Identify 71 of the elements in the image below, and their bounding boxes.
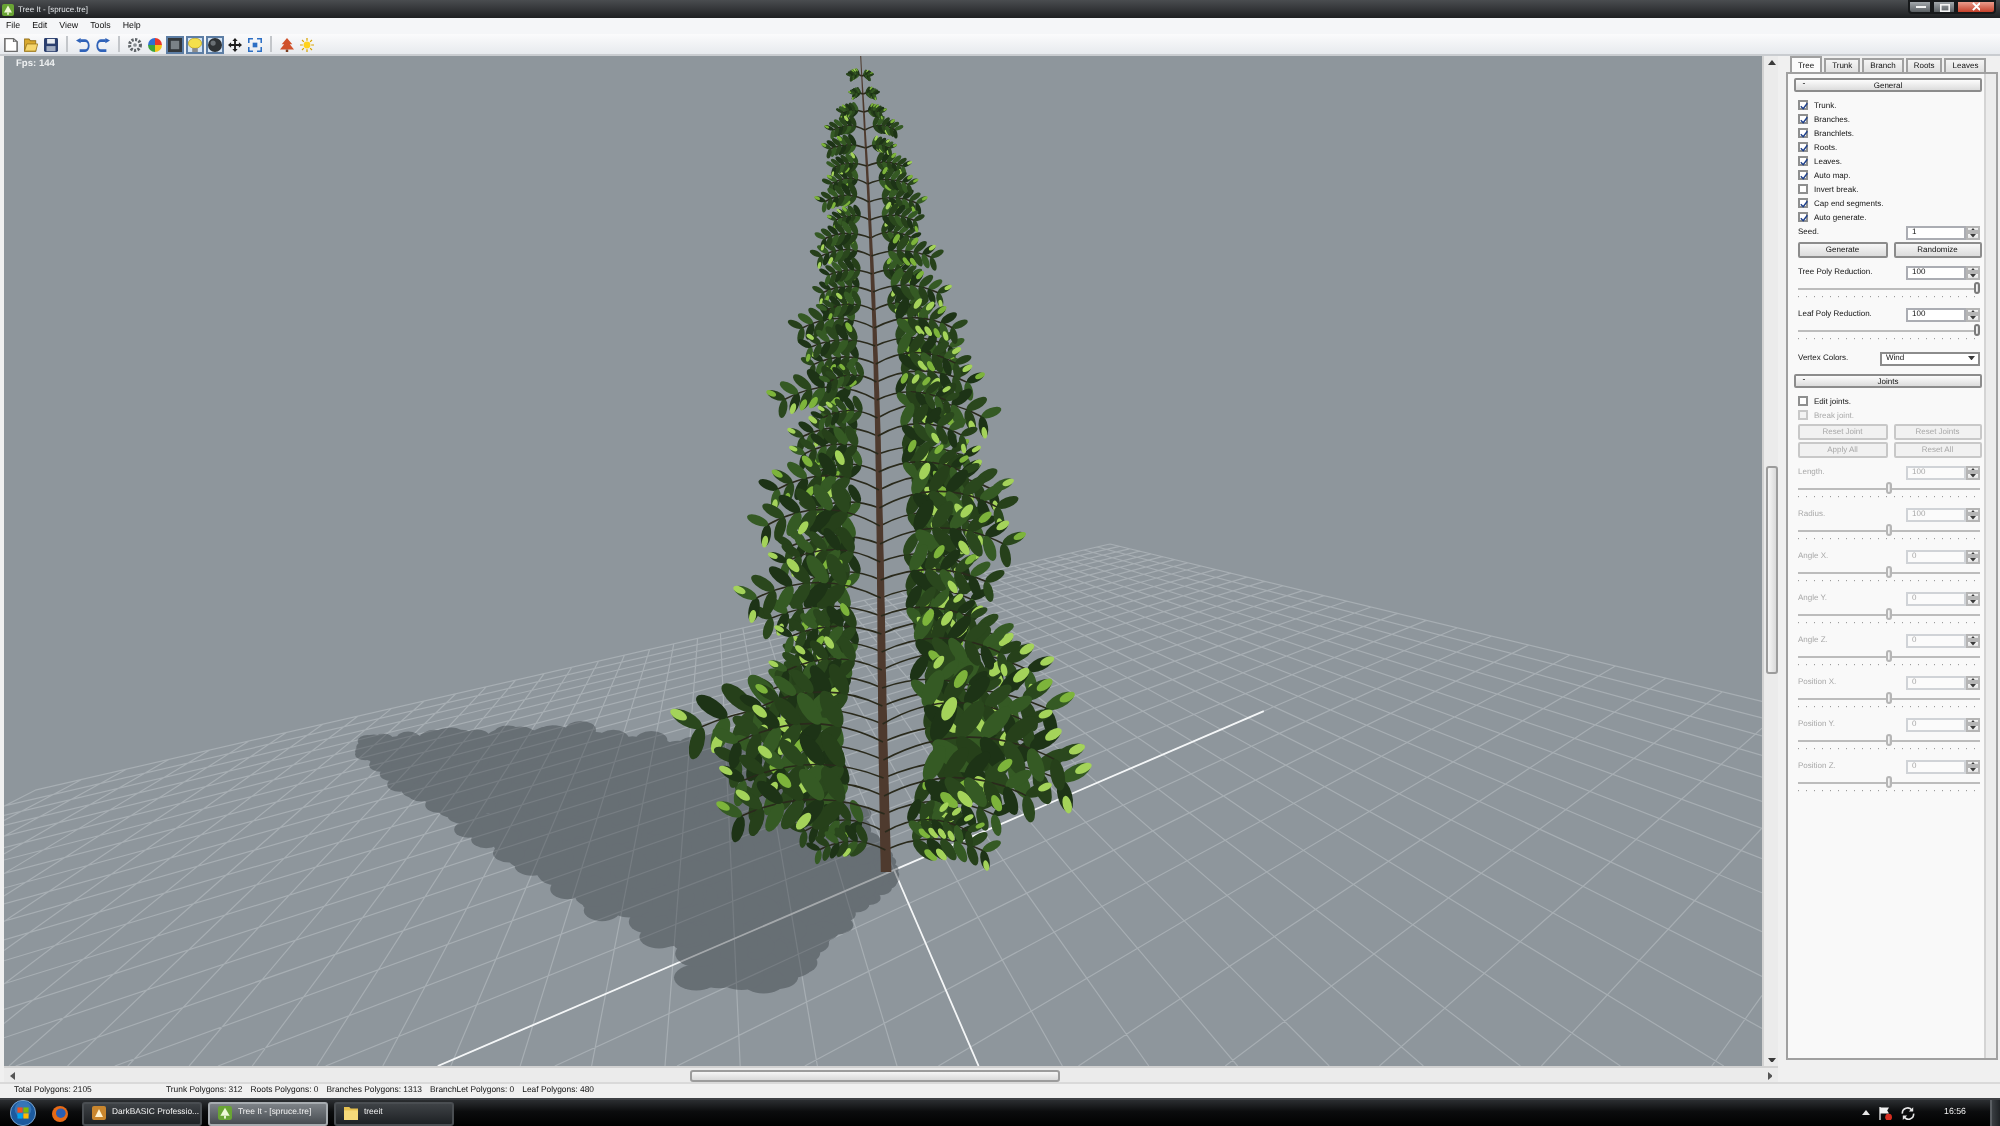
redo-arrow-icon [95,37,109,51]
caret-down-icon [1968,355,1975,361]
new-document-icon [3,37,17,51]
undo-arrow-icon [75,37,89,51]
toolbar-button[interactable] [41,35,59,53]
spin-down-button[interactable] [1966,472,1980,481]
toolbar-button[interactable] [165,35,183,53]
light-bulb-icon [187,37,201,51]
scrollbar-thumb[interactable] [689,1069,1059,1081]
spin-down-button[interactable] [1966,272,1980,281]
minimize-button[interactable] [1908,0,1932,14]
open-folder-icon [23,37,37,51]
slider-thumb[interactable] [1974,323,1980,335]
checkbox[interactable] [1798,142,1808,152]
spin-down-button[interactable] [1966,598,1980,607]
spin-down-button[interactable] [1966,724,1980,733]
color-wheel-icon [147,37,161,51]
show-desktop-button[interactable] [1990,1099,2000,1126]
caret-left-icon [10,1071,15,1079]
checkbox[interactable] [1798,170,1808,180]
spin-down-button[interactable] [1966,766,1980,775]
scrollbar-thumb[interactable] [1765,465,1777,673]
tree-icon [279,37,293,51]
minimize-icon [1915,5,1925,9]
checkbox[interactable] [1798,128,1808,138]
toolbar-button[interactable] [205,35,223,53]
horizontal-scrollbar[interactable] [4,1066,1778,1082]
four-way-arrow-icon [227,37,241,51]
app-icon [92,1106,106,1120]
flag-icon [1878,1105,1892,1121]
close-icon [1971,2,1981,12]
close-button[interactable] [1956,0,1996,14]
start-button[interactable] [6,1099,38,1126]
framed-square-icon [167,37,181,51]
folder-icon [344,1106,358,1120]
scrollbar-track[interactable] [1984,74,1996,1058]
sphere-icon [207,37,221,51]
caret-right-icon [1767,1071,1772,1079]
checkbox[interactable] [1798,100,1808,110]
maximize-button[interactable] [1932,0,1956,14]
start-orb-icon [9,1100,35,1126]
tray-button[interactable] [1878,1103,1892,1123]
spin-down-button[interactable] [1966,232,1980,241]
caret-up-icon [1862,1110,1870,1116]
checkbox[interactable] [1798,212,1808,222]
caret-down-icon [1767,1057,1775,1062]
tray-button[interactable] [1900,1103,1916,1123]
refresh-arrows-icon [1900,1105,1916,1121]
spin-down-button[interactable] [1966,556,1980,565]
checkbox[interactable] [1798,184,1808,194]
checkbox[interactable] [1798,198,1808,208]
save-icon [43,37,57,51]
checkbox[interactable] [1798,156,1808,166]
globe-icon [52,1105,68,1121]
corner-arrows-icon [247,37,261,51]
checkbox[interactable] [1798,114,1808,124]
maximize-icon [1939,3,1949,11]
toolbar-button[interactable] [225,35,243,53]
tree-app-icon [2,3,14,15]
caret-up-icon [1767,60,1775,65]
checkbox[interactable] [1798,396,1808,406]
sun-icon [299,37,313,51]
tree-app-icon [218,1106,232,1120]
gear-icon [127,37,141,51]
slider-thumb[interactable] [1974,281,1980,293]
spin-down-button[interactable] [1966,640,1980,649]
spin-down-button[interactable] [1966,682,1980,691]
spin-down-button[interactable] [1966,514,1980,523]
spin-down-button[interactable] [1966,314,1980,323]
pinned-app-button[interactable] [46,1101,74,1125]
vertical-scrollbar[interactable] [1762,56,1778,1066]
